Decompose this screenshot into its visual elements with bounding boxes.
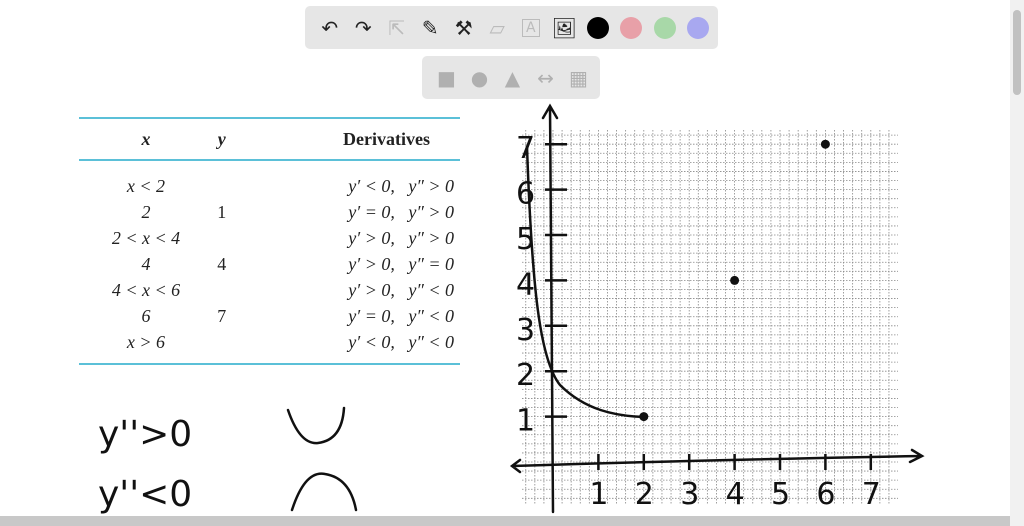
y-tick-label: 6 <box>516 177 535 212</box>
note-concave-up: y''>0 <box>98 414 192 455</box>
y-tick-label: 4 <box>516 267 535 302</box>
horizontal-scrollbar[interactable] <box>0 516 1010 526</box>
data-point <box>820 139 830 149</box>
note-concave-down: y''<0 <box>98 474 192 515</box>
data-point <box>639 412 649 422</box>
y-tick-label: 5 <box>516 222 535 257</box>
x-tick-label: 5 <box>771 477 790 512</box>
x-tick-label: 1 <box>589 477 608 512</box>
y-tick-label: 1 <box>516 404 535 439</box>
y-axis <box>541 103 559 514</box>
data-point <box>730 275 740 285</box>
curve <box>525 145 646 419</box>
x-tick-label: 2 <box>635 477 654 512</box>
drawing-canvas[interactable]: 1 2 3 4 5 6 71234567 y''>0 y''<0 <box>0 0 1024 526</box>
y-tick-label: 2 <box>516 358 535 393</box>
y-tick-label: 7 <box>516 131 535 166</box>
concave-down-sketch <box>290 472 358 512</box>
x-tick-label: 3 <box>680 477 699 512</box>
concave-up-sketch <box>286 406 346 445</box>
y-tick-label: 3 <box>516 313 535 348</box>
x-tick-label: 7 <box>862 477 881 512</box>
graph-grid <box>522 130 898 505</box>
x-tick-label: 6 <box>816 477 835 512</box>
x-tick-label: 4 <box>726 477 745 512</box>
vertical-scrollbar[interactable] <box>1010 0 1024 526</box>
